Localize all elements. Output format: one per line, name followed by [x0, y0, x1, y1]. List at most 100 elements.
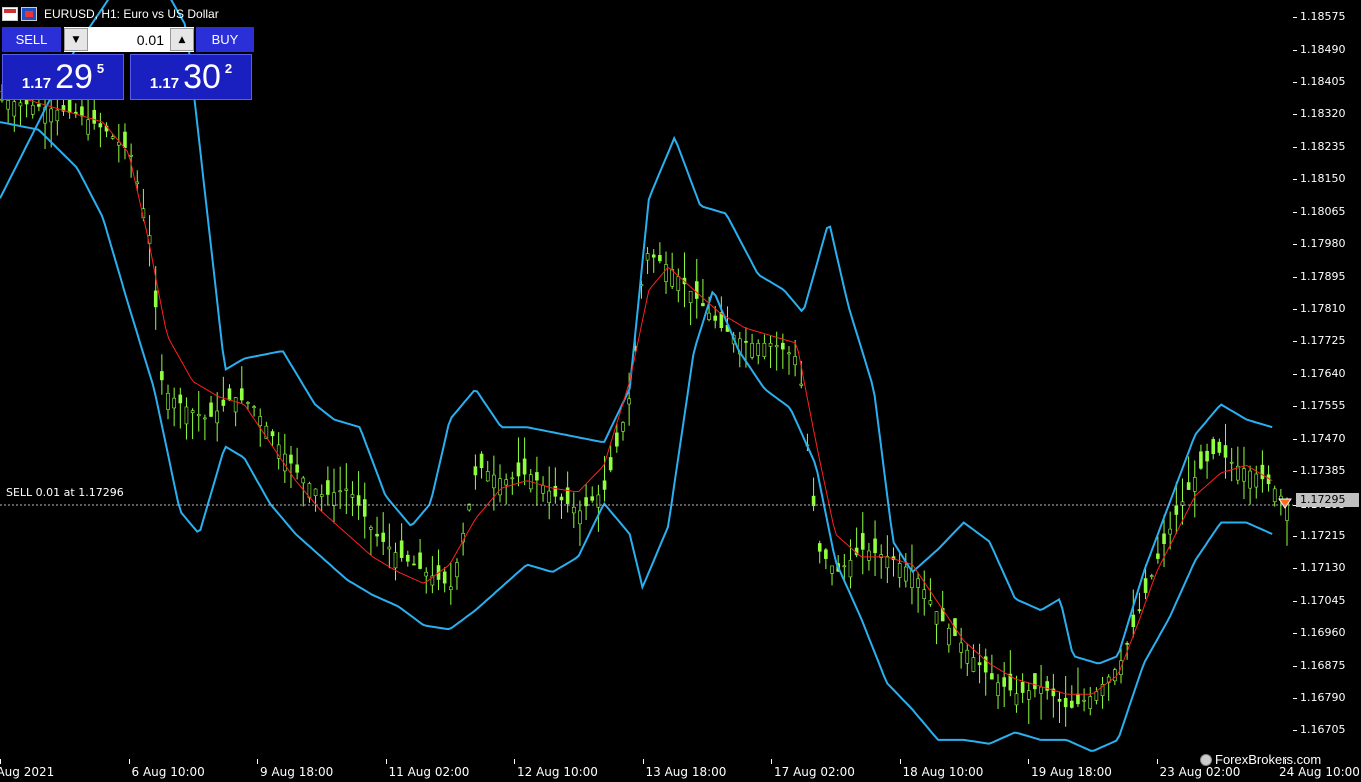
price-tick: [1293, 406, 1297, 408]
candle-body: [492, 474, 496, 489]
lot-size-stepper[interactable]: ▼ 0.01 ▲: [64, 27, 194, 52]
chart-canvas[interactable]: [0, 0, 1293, 759]
candle-body: [221, 399, 226, 406]
candle-body: [713, 315, 718, 321]
candle-body: [153, 290, 158, 308]
candle-body: [1199, 451, 1203, 469]
price-tick: [1293, 179, 1297, 181]
time-label: 17 Aug 02:00: [774, 765, 855, 779]
time-tick: [0, 759, 1, 764]
candle-body: [1260, 464, 1265, 480]
candle-body: [203, 417, 207, 420]
price-label: 1.17045: [1300, 593, 1346, 607]
price-label: 1.18575: [1300, 10, 1346, 24]
candle-body: [1026, 690, 1031, 700]
candle-body: [959, 642, 963, 653]
candle-body: [904, 566, 908, 582]
candle-body: [1248, 470, 1252, 489]
price-tick: [1293, 244, 1297, 246]
price-label: 1.18320: [1300, 107, 1346, 121]
candle-body: [356, 495, 361, 506]
price-label: 1.17725: [1300, 334, 1346, 348]
lot-decrease-icon[interactable]: ▼: [64, 28, 88, 51]
time-tick: [128, 759, 130, 764]
ask-prefix: 1.17: [149, 75, 180, 92]
time-axis[interactable]: 5 Aug 2021 6 Aug 10:00 9 Aug 18:00 11 Aug 0…: [0, 759, 1360, 782]
candle-body: [1063, 697, 1068, 708]
candle-body: [123, 131, 127, 148]
candle-body: [498, 478, 502, 496]
ask-quote-button[interactable]: 1.17 30 2: [130, 54, 252, 100]
sell-button[interactable]: SELL: [2, 27, 61, 52]
candle-body: [239, 388, 244, 401]
window-icon[interactable]: [2, 7, 18, 21]
price-label: 1.18405: [1300, 75, 1346, 88]
lot-increase-icon[interactable]: ▲: [170, 28, 194, 51]
candle-body: [289, 454, 293, 464]
candle-body: [184, 406, 189, 425]
candle-body: [332, 492, 336, 506]
candle-body: [1076, 693, 1080, 705]
price-tick: [1293, 49, 1297, 51]
candle-body: [922, 589, 927, 599]
candle-body: [842, 565, 847, 568]
candle-body: [750, 342, 754, 358]
price-tick: [1293, 697, 1297, 699]
candle-body: [608, 457, 613, 471]
time-label: 19 Aug 18:00: [1031, 765, 1112, 779]
candle-body: [55, 109, 60, 122]
candle-body: [473, 466, 478, 476]
candle-body: [381, 532, 385, 542]
candle-body: [1272, 488, 1277, 503]
candle-body: [824, 549, 828, 559]
candle-body: [393, 552, 398, 569]
candle-body: [990, 673, 994, 680]
time-tick: [514, 759, 515, 764]
time-tick: [1028, 759, 1029, 764]
candle-body: [1205, 450, 1209, 462]
candle-body: [1137, 609, 1142, 611]
price-tick: [1293, 665, 1297, 667]
candle-body: [110, 136, 115, 139]
candle-body: [258, 416, 263, 426]
candle-body: [350, 494, 355, 498]
candle-body: [830, 565, 834, 574]
candle-body: [1217, 441, 1222, 453]
candle-body: [479, 453, 484, 469]
candle-body: [621, 422, 625, 432]
sell-order-label[interactable]: SELL 0.01 at 1.17296: [6, 486, 124, 499]
price-tick: [1293, 438, 1297, 440]
candle-body: [1014, 693, 1019, 706]
candle-body: [313, 488, 318, 497]
chart-plot-area[interactable]: [0, 0, 1293, 759]
lot-size-input[interactable]: 0.01: [88, 32, 170, 48]
candle-body: [774, 345, 779, 348]
candle-body: [1094, 691, 1099, 701]
candle-body: [627, 398, 631, 405]
price-label: 1.18235: [1300, 139, 1346, 153]
price-tick: [1293, 146, 1297, 148]
price-label: 1.16875: [1300, 658, 1346, 672]
candle-body: [559, 496, 564, 501]
price-tick: [1293, 341, 1297, 343]
symbol-icon[interactable]: [21, 7, 37, 21]
price-tick: [1293, 211, 1297, 213]
moving-average-line: [0, 91, 1273, 695]
candle-body: [172, 397, 176, 409]
ask-fraction: 2: [224, 61, 233, 76]
candle-body: [387, 546, 392, 550]
candle-body: [252, 406, 256, 408]
candle-body: [860, 533, 865, 550]
price-tick: [1293, 730, 1297, 732]
candle-body: [744, 341, 748, 343]
price-axis[interactable]: 1.18575 1.18490 1.18405 1.18320 1.18235 1.181…: [1293, 0, 1361, 759]
candle-body: [1082, 699, 1086, 702]
buy-button[interactable]: BUY: [196, 27, 254, 52]
candle-body: [873, 538, 877, 554]
candle-body: [694, 281, 699, 299]
bid-quote-button[interactable]: 1.17 29 5: [2, 54, 124, 100]
candle-body: [793, 356, 797, 366]
candle-body: [996, 682, 1000, 696]
candle-body: [535, 472, 539, 481]
candle-body: [799, 383, 804, 386]
